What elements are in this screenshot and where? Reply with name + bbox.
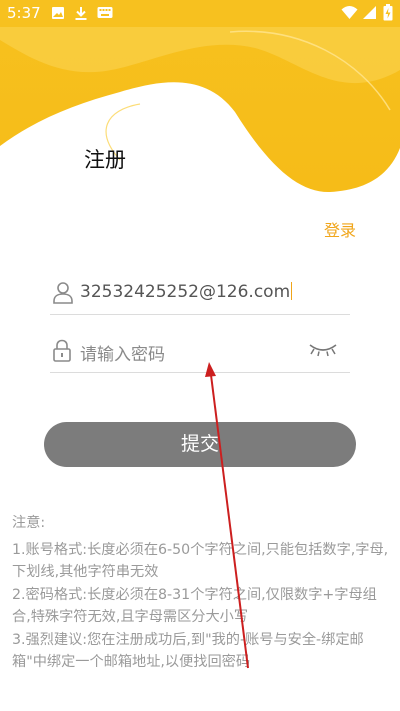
text-cursor bbox=[291, 282, 293, 300]
lock-icon bbox=[53, 339, 71, 362]
eye-closed-icon[interactable] bbox=[308, 342, 338, 358]
download-icon bbox=[75, 7, 87, 20]
header-wave-background bbox=[0, 0, 400, 200]
note-item: 1.账号格式:长度必须在6-50个字符之间,只能包括数字,字母,下划线,其他字符… bbox=[12, 541, 389, 581]
account-field[interactable]: 32532425252@126.com bbox=[50, 274, 350, 315]
user-icon bbox=[53, 282, 73, 304]
note-item: 2.密码格式:长度必须在8-31个字符之间,仅限数字+字母组合,特殊字符无效,且… bbox=[12, 586, 377, 626]
password-input-placeholder[interactable]: 请输入密码 bbox=[80, 340, 165, 365]
note-item: 3.强烈建议:您在注册成功后,到"我的-账号与安全-绑定邮箱"中绑定一个邮箱地址… bbox=[12, 631, 364, 671]
status-bar: 5:37 bbox=[0, 0, 400, 27]
signal-icon bbox=[363, 6, 376, 19]
wifi-icon bbox=[341, 6, 358, 19]
notes-title: 注意: bbox=[12, 515, 46, 531]
submit-button[interactable]: 提交 bbox=[44, 422, 356, 467]
notes-section: 注意: 1.账号格式:长度必须在6-50个字符之间,只能包括数字,字母,下划线,… bbox=[12, 512, 392, 674]
login-link[interactable]: 登录 bbox=[324, 217, 356, 241]
image-icon bbox=[52, 7, 64, 19]
keyboard-icon bbox=[97, 7, 113, 18]
page-title: 注册 bbox=[84, 148, 126, 172]
account-input-value[interactable]: 32532425252@126.com bbox=[80, 282, 293, 302]
password-field[interactable]: 请输入密码 bbox=[50, 332, 350, 373]
account-value-text: 32532425252@126.com bbox=[80, 282, 291, 302]
battery-icon bbox=[383, 4, 393, 21]
status-time: 5:37 bbox=[7, 4, 41, 22]
